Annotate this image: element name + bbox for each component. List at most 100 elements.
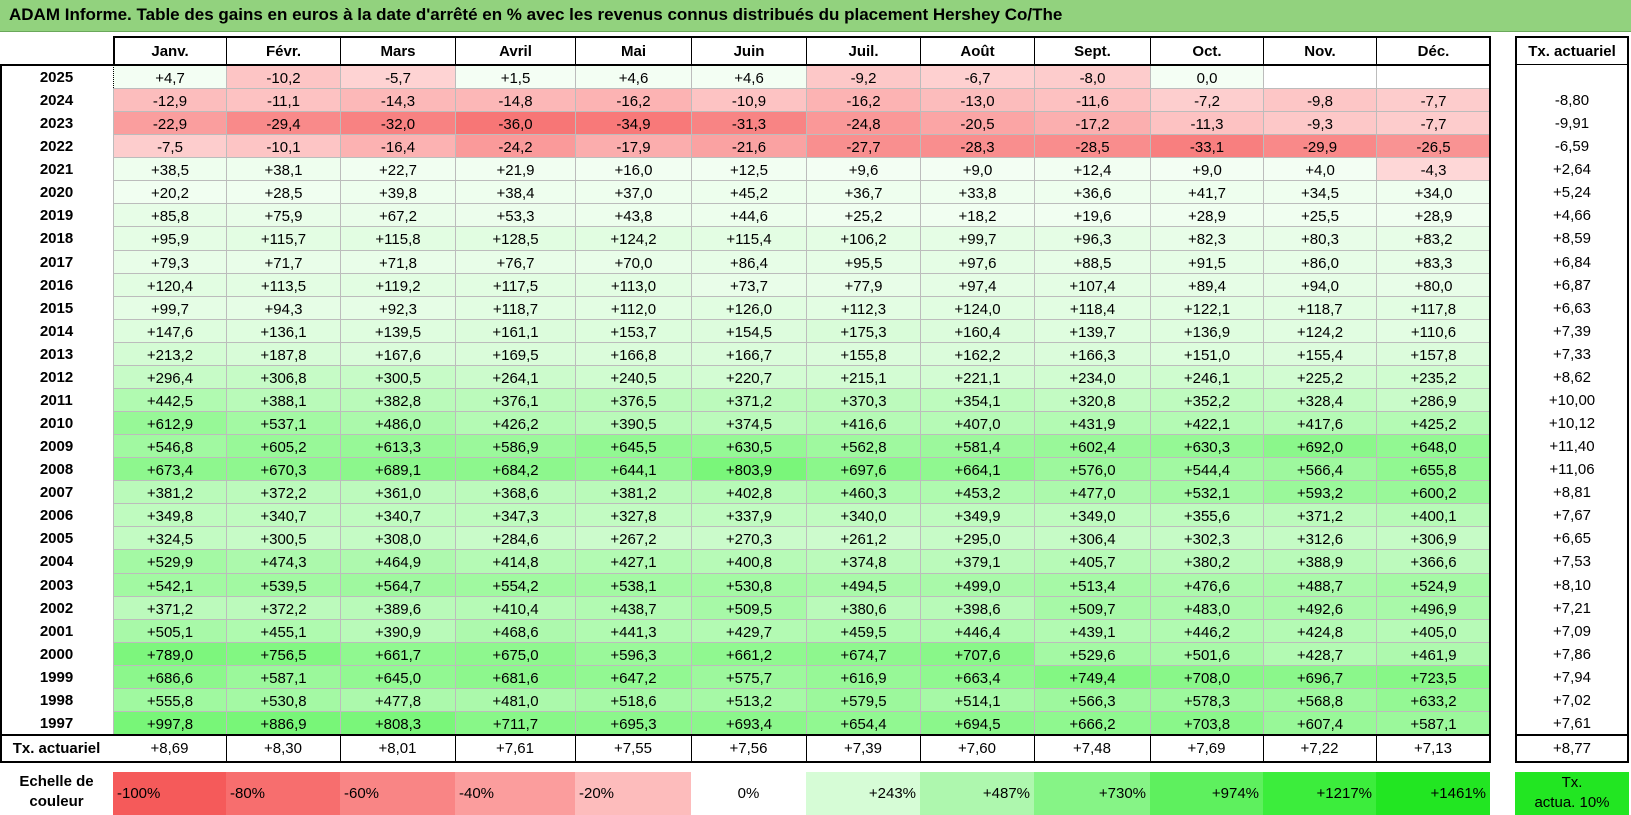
table-cell[interactable]: +112,0 <box>575 295 692 321</box>
table-cell[interactable]: +666,2 <box>1034 710 1151 736</box>
table-cell[interactable]: +12,5 <box>691 157 807 183</box>
table-cell[interactable]: +370,3 <box>806 387 921 413</box>
table-cell[interactable]: -28,5 <box>1034 134 1151 160</box>
table-cell[interactable]: -36,0 <box>455 111 576 137</box>
table-cell[interactable]: +136,9 <box>1150 318 1264 344</box>
table-cell[interactable]: +400,8 <box>691 549 807 575</box>
table-cell[interactable]: +647,2 <box>575 664 692 690</box>
table-cell[interactable]: +89,4 <box>1150 272 1264 298</box>
table-cell[interactable]: +36,6 <box>1034 180 1151 206</box>
table-cell[interactable]: +366,6 <box>1376 549 1491 575</box>
table-cell[interactable]: +33,8 <box>920 180 1035 206</box>
table-cell[interactable]: +410,4 <box>455 595 576 621</box>
table-cell[interactable]: +38,4 <box>455 180 576 206</box>
table-cell[interactable]: +327,8 <box>575 503 692 529</box>
table-cell[interactable]: +468,6 <box>455 618 576 644</box>
table-cell[interactable]: +25,5 <box>1263 203 1377 229</box>
table-cell[interactable]: +388,9 <box>1263 549 1377 575</box>
table-cell[interactable]: +379,1 <box>920 549 1035 575</box>
table-cell[interactable]: +71,8 <box>340 249 456 275</box>
table-cell[interactable]: +803,9 <box>691 457 807 483</box>
table-cell[interactable]: +749,4 <box>1034 664 1151 690</box>
table-cell[interactable]: +296,4 <box>113 364 227 390</box>
table-cell[interactable]: +4,6 <box>691 65 807 90</box>
table-cell[interactable]: +538,1 <box>575 572 692 598</box>
table-cell[interactable]: +438,7 <box>575 595 692 621</box>
table-cell[interactable]: -14,8 <box>455 88 576 114</box>
table-cell[interactable]: +306,9 <box>1376 526 1491 552</box>
table-cell[interactable]: +113,0 <box>575 272 692 298</box>
table-cell[interactable]: +139,5 <box>340 318 456 344</box>
table-cell[interactable]: +633,2 <box>1376 687 1491 713</box>
table-cell[interactable]: +390,5 <box>575 411 692 437</box>
table-cell[interactable]: +34,5 <box>1263 180 1377 206</box>
table-cell[interactable]: +337,9 <box>691 503 807 529</box>
table-cell[interactable]: +4,0 <box>1263 157 1377 183</box>
table-cell[interactable]: +380,6 <box>806 595 921 621</box>
table-cell[interactable]: -16,2 <box>575 88 692 114</box>
table-cell[interactable]: +83,3 <box>1376 249 1491 275</box>
table-cell[interactable]: +630,5 <box>691 434 807 460</box>
table-cell[interactable]: +117,5 <box>455 272 576 298</box>
table-cell[interactable]: +546,8 <box>113 434 227 460</box>
table-cell[interactable]: +106,2 <box>806 226 921 252</box>
table-cell[interactable]: -4,3 <box>1376 157 1491 183</box>
table-cell[interactable]: +99,7 <box>920 226 1035 252</box>
table-cell[interactable]: +708,0 <box>1150 664 1264 690</box>
table-cell[interactable]: +568,8 <box>1263 687 1377 713</box>
table-cell[interactable]: +284,6 <box>455 526 576 552</box>
table-cell[interactable] <box>1376 65 1491 90</box>
table-cell[interactable]: +616,9 <box>806 664 921 690</box>
table-cell[interactable]: +673,4 <box>113 457 227 483</box>
table-cell[interactable]: +354,1 <box>920 387 1035 413</box>
table-cell[interactable]: +28,5 <box>226 180 341 206</box>
table-cell[interactable]: +167,6 <box>340 341 456 367</box>
table-cell[interactable]: -22,9 <box>113 111 227 137</box>
table-cell[interactable]: +86,4 <box>691 249 807 275</box>
table-cell[interactable]: +169,5 <box>455 341 576 367</box>
table-cell[interactable]: +175,3 <box>806 318 921 344</box>
table-cell[interactable]: +28,9 <box>1376 203 1491 229</box>
table-cell[interactable]: +4,6 <box>575 65 692 90</box>
table-cell[interactable]: +587,1 <box>1376 710 1491 736</box>
table-cell[interactable]: +234,0 <box>1034 364 1151 390</box>
table-cell[interactable]: +4,7 <box>113 65 227 90</box>
table-cell[interactable]: +664,1 <box>920 457 1035 483</box>
table-cell[interactable]: +539,5 <box>226 572 341 598</box>
table-cell[interactable]: +496,9 <box>1376 595 1491 621</box>
table-cell[interactable]: +324,5 <box>113 526 227 552</box>
table-cell[interactable]: -9,8 <box>1263 88 1377 114</box>
table-cell[interactable]: +460,3 <box>806 480 921 506</box>
table-cell[interactable]: +76,7 <box>455 249 576 275</box>
table-cell[interactable]: +166,8 <box>575 341 692 367</box>
table-cell[interactable]: +486,0 <box>340 411 456 437</box>
table-cell[interactable]: +161,1 <box>455 318 576 344</box>
table-cell[interactable]: +119,2 <box>340 272 456 298</box>
table-cell[interactable]: +542,1 <box>113 572 227 598</box>
table-cell[interactable]: +340,7 <box>340 503 456 529</box>
table-cell[interactable]: +22,7 <box>340 157 456 183</box>
table-cell[interactable]: +586,9 <box>455 434 576 460</box>
table-cell[interactable]: +566,3 <box>1034 687 1151 713</box>
table-cell[interactable]: +139,7 <box>1034 318 1151 344</box>
table-cell[interactable] <box>1263 65 1377 90</box>
table-cell[interactable]: +162,2 <box>920 341 1035 367</box>
table-cell[interactable]: +405,7 <box>1034 549 1151 575</box>
table-cell[interactable]: +270,3 <box>691 526 807 552</box>
table-cell[interactable]: +400,1 <box>1376 503 1491 529</box>
table-cell[interactable]: +246,1 <box>1150 364 1264 390</box>
table-cell[interactable]: +407,0 <box>920 411 1035 437</box>
table-cell[interactable]: +16,0 <box>575 157 692 183</box>
table-cell[interactable]: +530,8 <box>691 572 807 598</box>
table-cell[interactable]: +711,7 <box>455 710 576 736</box>
table-cell[interactable]: +221,1 <box>920 364 1035 390</box>
table-cell[interactable]: -31,3 <box>691 111 807 137</box>
table-cell[interactable]: +376,5 <box>575 387 692 413</box>
table-cell[interactable]: +80,3 <box>1263 226 1377 252</box>
table-cell[interactable]: -20,5 <box>920 111 1035 137</box>
table-cell[interactable]: +371,2 <box>1263 503 1377 529</box>
table-cell[interactable]: +499,0 <box>920 572 1035 598</box>
table-cell[interactable]: +593,2 <box>1263 480 1377 506</box>
table-cell[interactable]: +576,0 <box>1034 457 1151 483</box>
table-cell[interactable]: +361,0 <box>340 480 456 506</box>
